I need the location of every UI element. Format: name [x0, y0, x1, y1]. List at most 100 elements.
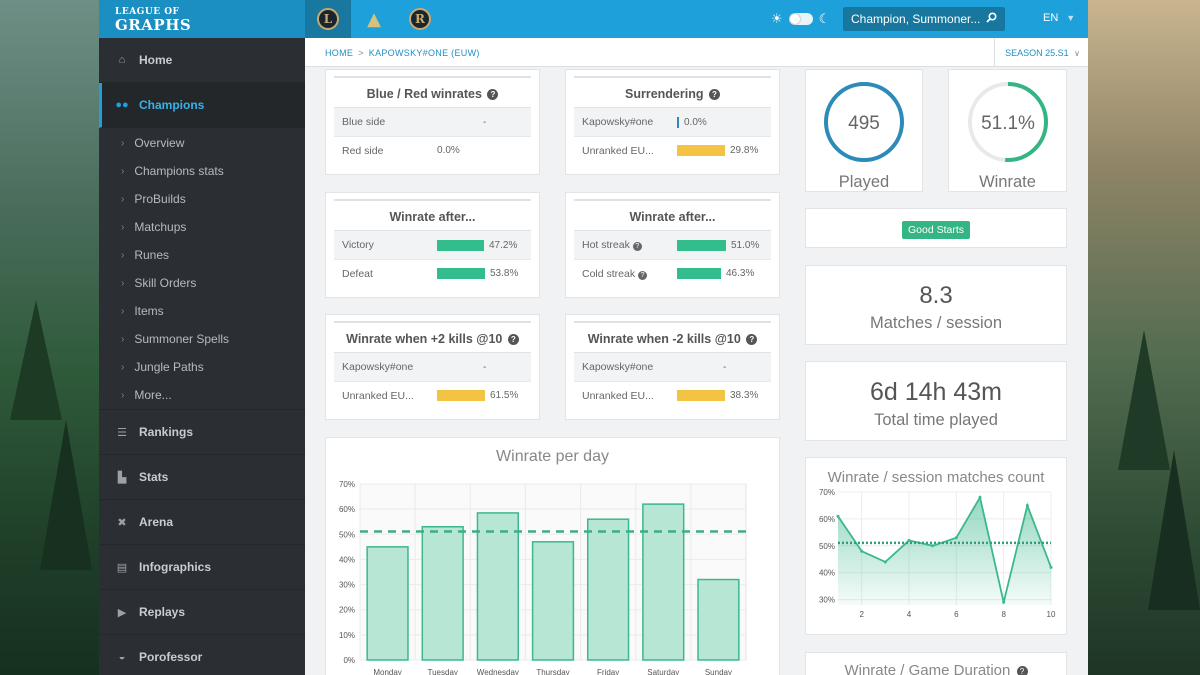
submenu-label: Summoner Spells [134, 332, 230, 346]
row-label: Kapowsky#one [582, 116, 654, 128]
submenu-item-more[interactable]: › More... [99, 381, 305, 409]
stat-bar [677, 268, 721, 279]
breadcrumb-bar: HOME > KAPOWSKY#ONE (EUW) SEASON 25.S1 ∨ [305, 38, 1088, 67]
row-value: 47.2% [489, 239, 518, 251]
stat-row: Cold streak? 46.3% [574, 259, 771, 287]
sidebar-item-infographics[interactable]: ▤ Infographics [99, 545, 305, 590]
data-point [907, 538, 911, 542]
winrate-stat-box: 51.1% Winrate [948, 69, 1067, 192]
stat-row: Victory 47.2% [334, 231, 531, 259]
submenu-item-items[interactable]: › Items [99, 297, 305, 325]
season-select[interactable]: SEASON 25.S1 ∨ [994, 38, 1088, 66]
x-tick-label: Tuesday [428, 668, 458, 675]
breadcrumb-current[interactable]: KAPOWSKY#ONE (EUW) [369, 48, 480, 58]
x-tick-label: Monday [373, 668, 401, 675]
submenu-item-probuilds[interactable]: › ProBuilds [99, 185, 305, 213]
toggle-switch[interactable] [788, 13, 813, 25]
stat-row: Defeat 53.8% [334, 259, 531, 287]
stat-row: Unranked EU... 61.5% [334, 381, 531, 409]
home-icon: ⌂ [118, 54, 126, 66]
submenu-label: Matchups [134, 220, 187, 234]
sidebar-item-label: Rankings [139, 425, 194, 439]
stat-row: Unranked EU... 38.3% [574, 381, 771, 409]
stat-row: Red side 0.0% [334, 136, 531, 164]
sidebar-item-home[interactable]: ⌂ Home [99, 38, 305, 83]
submenu-label: Champions stats [134, 164, 224, 178]
tab-league-of-legends[interactable]: L [305, 0, 351, 38]
submenu-item-runes[interactable]: › Runes [99, 241, 305, 269]
runeterra-logo-icon: R [409, 8, 431, 30]
tab-tft[interactable]: ▲ [351, 0, 397, 38]
stat-bar [437, 239, 484, 251]
data-point [978, 495, 982, 499]
row-label: Defeat [342, 267, 373, 280]
data-point [1025, 503, 1029, 507]
data-point [883, 560, 887, 564]
winrate-ring: 51.1% [967, 82, 1048, 162]
help-icon[interactable]: ? [487, 89, 499, 100]
data-point [1049, 565, 1053, 569]
bar [697, 578, 740, 661]
y-tick-label: 60% [339, 505, 355, 514]
language-select[interactable]: EN ▼ [1043, 12, 1075, 24]
good-starts-badge[interactable]: Good Starts [901, 221, 971, 239]
search-icon[interactable] [986, 12, 997, 26]
submenu-item-champions-stats[interactable]: › Champions stats [99, 157, 305, 185]
sidebar-item-arena[interactable]: ✖ Arena [99, 500, 305, 545]
played-stat-box: 495 Played [805, 69, 923, 192]
breadcrumb: HOME > KAPOWSKY#ONE (EUW) [325, 48, 480, 58]
stat-row: Kapowsky#one 0.0% [574, 108, 771, 136]
row-label: Hot streak [582, 239, 630, 251]
y-tick-label: 50% [819, 542, 835, 551]
sidebar-item-porofessor[interactable]: ◒ Porofessor [99, 635, 305, 675]
y-tick-label: 60% [819, 515, 835, 524]
stat-row: Kapowsky#one - [334, 353, 531, 381]
help-icon[interactable]: ? [507, 334, 519, 345]
help-icon[interactable]: ? [746, 334, 758, 345]
sidebar-item-champions[interactable]: ●● Champions [99, 83, 305, 128]
winrate-after-result-box: Winrate after... Victory 47.2% Defeat 53.8… [325, 192, 540, 298]
help-icon[interactable]: ? [632, 242, 642, 251]
help-icon[interactable]: ? [638, 270, 648, 280]
help-icon[interactable]: ? [1016, 666, 1028, 675]
help-icon[interactable]: ? [708, 89, 720, 100]
chart-title: Winrate / session matches count [827, 469, 1045, 486]
played-ring: 495 [824, 82, 904, 162]
sidebar-item-rankings[interactable]: ☰ Rankings [99, 410, 305, 455]
chevron-right-icon: › [121, 221, 125, 233]
row-value: 0.0% [437, 145, 460, 156]
row-label: Red side [342, 144, 384, 157]
chart-title: Winrate per day [496, 448, 609, 465]
row-value: 46.3% [726, 268, 755, 279]
submenu-label: Jungle Paths [134, 360, 204, 374]
chevron-right-icon: › [121, 389, 125, 401]
y-tick-label: 30% [819, 596, 835, 605]
sidebar-item-label: Replays [139, 605, 186, 619]
sidebar-item-replays[interactable]: ▶ Replays [99, 590, 305, 635]
winrate-plus2-kills-box: Winrate when +2 kills @10 ? Kapowsky#one… [325, 314, 540, 420]
theme-toggle[interactable]: ☀ ☾ [771, 11, 830, 27]
search-placeholder: Champion, Summoner... [851, 12, 981, 26]
chart-title: Winrate / Game Duration ? [806, 662, 1066, 675]
x-tick-label: 8 [1001, 610, 1006, 619]
winrate-caption: Winrate [979, 173, 1036, 191]
submenu-item-jungle-paths[interactable]: › Jungle Paths [99, 353, 305, 381]
champions-submenu: › Overview › Champions stats › ProBuilds › M… [99, 128, 305, 410]
winrate-session-svg: 30% 40% 50% 60% 70% 2 4 6 8 10 [819, 488, 1056, 619]
submenu-item-overview[interactable]: › Overview [99, 129, 305, 157]
chevron-down-icon: ▼ [1066, 13, 1076, 23]
tab-runeterra[interactable]: R [397, 0, 443, 38]
arena-icon: ✖ [117, 516, 127, 529]
breadcrumb-home[interactable]: HOME [325, 48, 353, 58]
submenu-item-skill-orders[interactable]: › Skill Orders [99, 269, 305, 297]
chevron-right-icon: › [121, 193, 125, 205]
sidebar-item-label: Champions [139, 98, 205, 112]
submenu-item-summoner-spells[interactable]: › Summoner Spells [99, 325, 305, 353]
site-logo[interactable]: LEAGUE OF GRAPHS [99, 0, 305, 38]
submenu-item-matchups[interactable]: › Matchups [99, 213, 305, 241]
search-field[interactable]: Champion, Summoner... [843, 7, 1005, 31]
sidebar-item-stats[interactable]: ▙ Stats [99, 455, 305, 500]
row-value: 53.8% [490, 268, 519, 279]
stat-bar [437, 390, 485, 401]
y-tick-label: 40% [819, 569, 835, 578]
